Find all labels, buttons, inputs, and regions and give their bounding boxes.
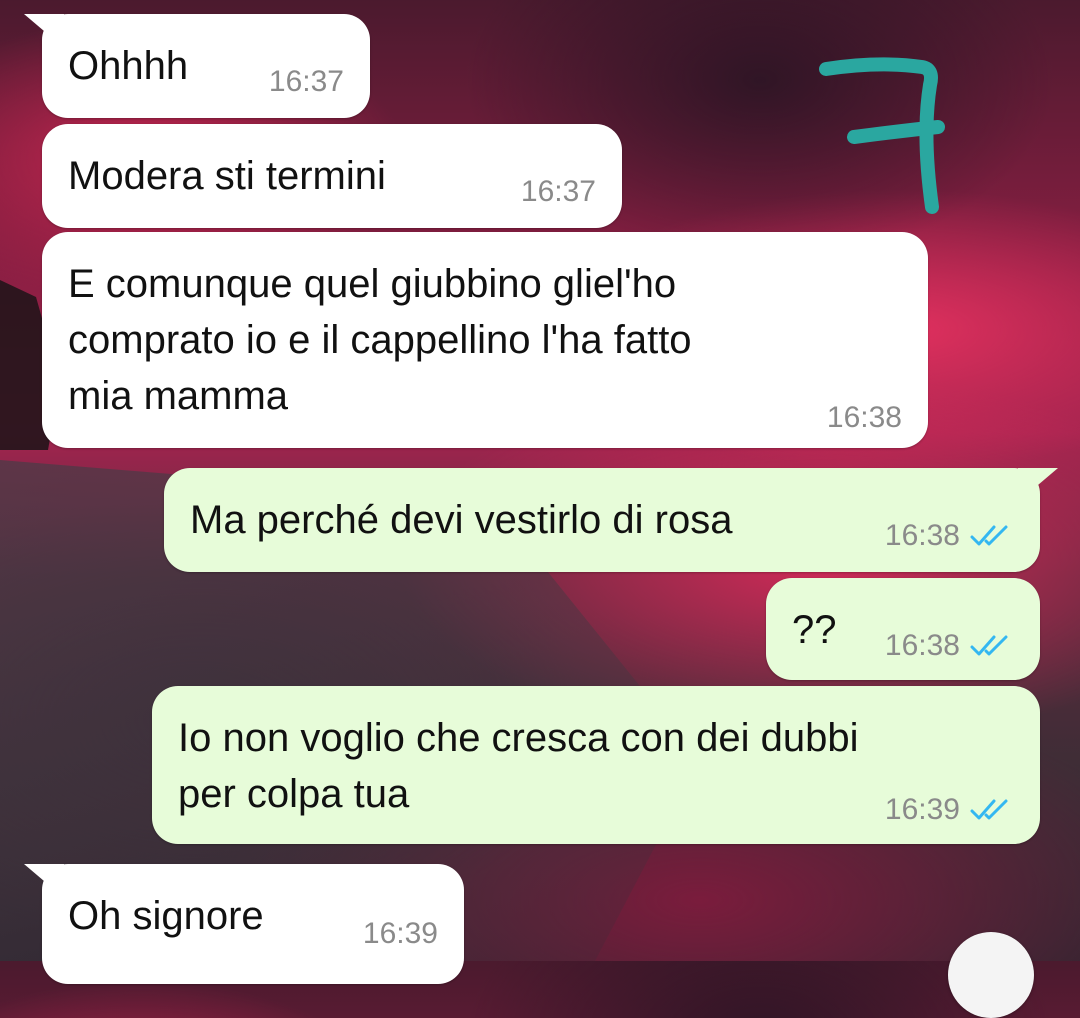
- scroll-to-bottom-button[interactable]: [948, 932, 1034, 1018]
- message-bubble-outgoing[interactable]: Ma perché devi vestirlo di rosa 16:38: [164, 468, 1058, 572]
- message-text: Modera sti termini: [68, 154, 386, 198]
- message-bubble-incoming[interactable]: Oh signore 16:39: [24, 864, 464, 984]
- message-bubble-outgoing[interactable]: ?? 16:38: [766, 578, 1040, 680]
- message-text: Ma perché devi vestirlo di rosa: [190, 498, 733, 542]
- message-time: 16:38: [884, 629, 960, 662]
- message-time: 16:37: [268, 65, 344, 98]
- bubble-tail: [24, 14, 64, 48]
- message-text: Oh signore: [68, 894, 264, 938]
- message-text: ??: [792, 608, 837, 652]
- message-time: 16:39: [362, 917, 438, 950]
- message-text: E comunque quel giubbino gliel'ho compra…: [68, 262, 692, 418]
- double-check-icon: [970, 799, 1008, 820]
- message-bubble-outgoing[interactable]: Io non voglio che cresca con dei dubbi p…: [152, 686, 1040, 844]
- double-check-icon: [970, 635, 1008, 656]
- message-bubble-incoming[interactable]: Modera sti termini 16:37: [42, 124, 622, 228]
- message-time: 16:39: [884, 793, 960, 826]
- message-time: 16:38: [826, 401, 902, 434]
- message-time: 16:38: [884, 519, 960, 552]
- handwritten-seven-annotation: [819, 57, 945, 214]
- message-bubble-incoming[interactable]: E comunque quel giubbino gliel'ho compra…: [42, 232, 928, 448]
- message-text: Io non voglio che cresca con dei dubbi p…: [178, 716, 859, 816]
- double-check-icon: [970, 525, 1008, 546]
- message-time: 16:37: [520, 175, 596, 208]
- message-text: Ohhhh: [68, 44, 189, 88]
- bubble-tail: [1018, 468, 1058, 502]
- message-bubble-incoming[interactable]: Ohhhh 16:37: [24, 14, 370, 118]
